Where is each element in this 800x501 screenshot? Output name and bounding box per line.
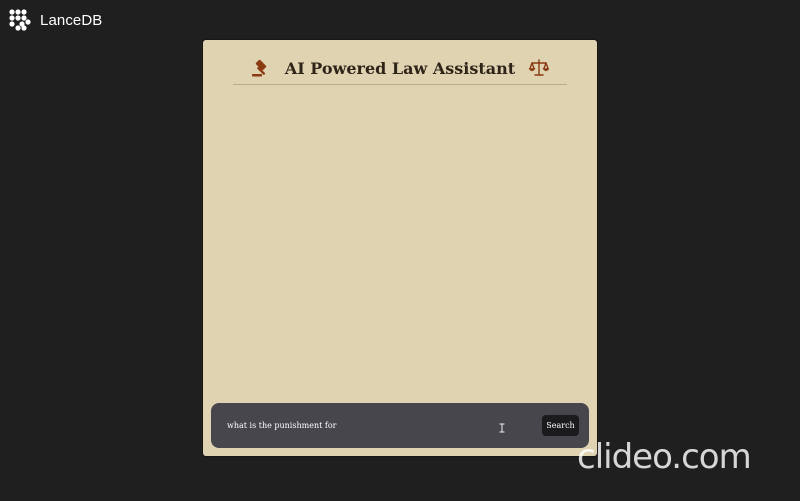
watermark-text: clideo.com xyxy=(577,437,752,477)
page: LanceDB AI Powered Law Assistant what is… xyxy=(0,0,800,501)
query-bar: Search xyxy=(211,403,589,448)
lancedb-logo-icon xyxy=(9,9,31,31)
brand-name: LanceDB xyxy=(40,11,103,29)
brand-header: LanceDB xyxy=(9,9,102,31)
search-input[interactable] xyxy=(223,415,541,435)
text-cursor-icon xyxy=(499,423,505,433)
page-title: AI Powered Law Assistant xyxy=(284,58,516,78)
card-header: AI Powered Law Assistant xyxy=(233,52,567,85)
gavel-icon xyxy=(251,59,267,77)
law-assistant-card: AI Powered Law Assistant what is the pun… xyxy=(203,40,597,456)
scales-icon xyxy=(529,59,550,76)
search-button[interactable]: Search xyxy=(542,415,579,436)
